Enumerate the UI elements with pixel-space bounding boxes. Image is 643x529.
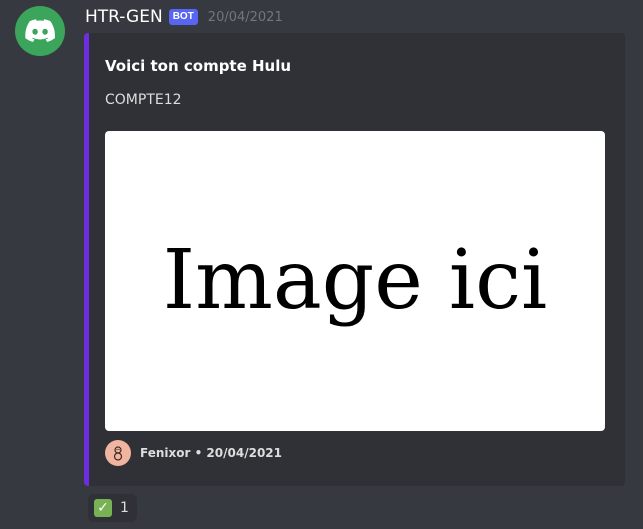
embed-image[interactable]: Image ici [105,131,605,431]
embed-title: Voici ton compte Hulu [105,57,292,75]
embed-image-text: Image ici [162,233,548,328]
message-header: HTR-GEN BOT 20/04/2021 [85,5,283,29]
author-avatar[interactable] [15,6,65,56]
discord-logo-icon [25,19,55,42]
embed-footer-text: Fenixor • 20/04/2021 [140,446,282,460]
white-check-mark-icon: ✓ [94,499,112,517]
embed-description: COMPTE12 [105,92,182,108]
message-timestamp: 20/04/2021 [207,9,283,25]
author-name[interactable]: HTR-GEN [85,7,163,27]
reaction-button[interactable]: ✓ 1 [88,494,137,522]
chat-message: HTR-GEN BOT 20/04/2021 Voici ton compte … [0,0,643,529]
bot-badge: BOT [168,9,198,25]
reaction-count: 1 [120,500,129,516]
footer-avatar-icon [105,440,131,466]
embed-footer: Fenixor • 20/04/2021 [105,440,282,466]
message-embed: Voici ton compte Hulu COMPTE12 Image ici… [84,33,625,486]
